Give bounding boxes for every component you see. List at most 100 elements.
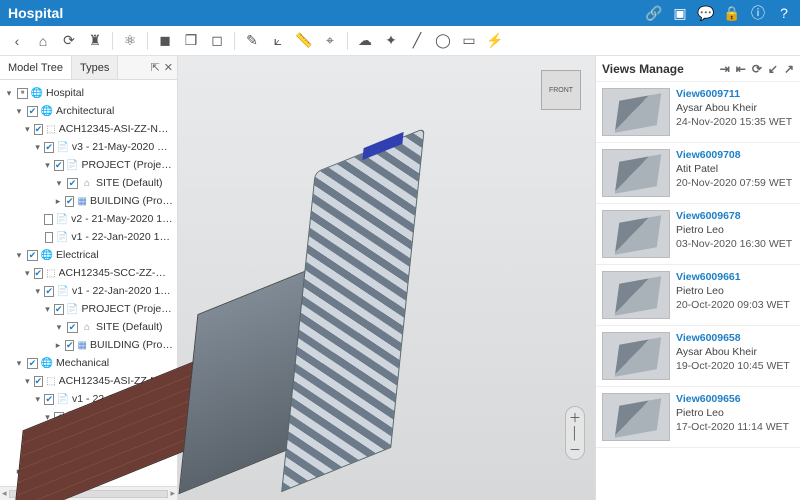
twisty-icon[interactable]: ▾ — [44, 304, 51, 315]
visibility-checkbox[interactable] — [44, 214, 53, 225]
twisty-icon[interactable]: ▾ — [34, 142, 41, 153]
views-list[interactable]: View6009711Aysar Abou Kheir24-Nov-2020 1… — [596, 82, 800, 500]
cube-outline-button[interactable]: ◻ — [206, 30, 228, 52]
circle-tool[interactable]: ◯ — [432, 30, 454, 52]
twisty-icon[interactable]: ▾ — [54, 178, 64, 189]
cube-stack-button[interactable]: ❒ — [180, 30, 202, 52]
tree-node[interactable]: ▾⬚ACH12345-ASI-ZZ-NUC-M3-A-0001 — [0, 120, 177, 138]
tree-node[interactable]: ▾🌐Mechanical — [0, 354, 177, 372]
twisty-icon[interactable]: ▸ — [54, 340, 62, 351]
view-thumbnail[interactable] — [602, 271, 670, 319]
link-icon[interactable]: 🔗 — [646, 5, 662, 21]
twisty-icon[interactable]: ▾ — [54, 322, 64, 333]
twisty-icon[interactable]: ▾ — [14, 106, 24, 117]
view-thumbnail[interactable] — [602, 149, 670, 197]
help-icon[interactable]: ? — [776, 5, 792, 21]
view-name-link[interactable]: View6009678 — [676, 210, 792, 222]
view-thumbnail[interactable] — [602, 332, 670, 380]
zoom-slider[interactable]: │ — [571, 425, 579, 441]
rect-tool[interactable]: ▭ — [458, 30, 480, 52]
3d-viewport[interactable]: ＋ │ － — [178, 56, 595, 500]
twisty-icon[interactable]: ▾ — [14, 250, 24, 261]
view-item[interactable]: View6009711Aysar Abou Kheir24-Nov-2020 1… — [596, 82, 800, 143]
view-item[interactable]: View6009658Aysar Abou Kheir19-Oct-2020 1… — [596, 326, 800, 387]
tab-model-tree[interactable]: Model Tree — [0, 56, 72, 79]
pen-tool[interactable]: ✎ — [241, 30, 263, 52]
view-thumbnail[interactable] — [602, 210, 670, 258]
twisty-icon[interactable]: ▾ — [34, 394, 41, 405]
angle-tool[interactable]: ⟀ — [267, 30, 289, 52]
tree-node[interactable]: ▾📄PROJECT (Project Number) — [0, 156, 177, 174]
cube-solid-button[interactable]: ◼ — [154, 30, 176, 52]
back-button[interactable]: ‹ — [6, 30, 28, 52]
bolt-tool[interactable]: ⚡ — [484, 30, 506, 52]
info-icon[interactable]: ⓘ — [750, 5, 766, 21]
twisty-icon[interactable]: ▾ — [44, 160, 51, 171]
tab-pin-icon[interactable]: ⇱ — [151, 61, 160, 74]
labs-button[interactable]: ⚛ — [119, 30, 141, 52]
visibility-checkbox[interactable] — [34, 376, 44, 387]
visibility-checkbox[interactable] — [27, 358, 38, 369]
twisty-icon[interactable]: ▾ — [24, 376, 31, 387]
view-cube[interactable] — [541, 70, 581, 110]
tree-node[interactable]: ▾⬚ACH12345-SCC-ZZ-NUC-M3-E-0001 — [0, 264, 177, 282]
visibility-checkbox[interactable] — [65, 340, 75, 351]
ruler-tool[interactable]: 📏 — [293, 30, 315, 52]
cloud-button[interactable]: ☁ — [354, 30, 376, 52]
view-item[interactable]: View6009708Atit Patel20-Nov-2020 07:59 W… — [596, 143, 800, 204]
tree-node[interactable]: ▸▦BUILDING (Product 0) — [0, 192, 177, 210]
view-thumbnail[interactable] — [602, 393, 670, 441]
compass-tool[interactable]: ⌖ — [319, 30, 341, 52]
visibility-checkbox[interactable] — [45, 232, 54, 243]
visibility-checkbox[interactable] — [44, 286, 54, 297]
view-thumbnail[interactable] — [602, 88, 670, 136]
zoom-control[interactable]: ＋ │ － — [565, 406, 585, 460]
visibility-checkbox[interactable] — [54, 160, 64, 171]
visibility-checkbox[interactable] — [17, 88, 28, 99]
line-tool[interactable]: ╱ — [406, 30, 428, 52]
collapse-icon[interactable]: ↙ — [768, 62, 778, 76]
visibility-checkbox[interactable] — [54, 304, 64, 315]
view-item[interactable]: View6009656Pietro Leo17-Oct-2020 11:14 W… — [596, 387, 800, 448]
visibility-checkbox[interactable] — [34, 268, 44, 279]
wand-tool[interactable]: ✦ — [380, 30, 402, 52]
tree-node[interactable]: 📄v2 - 21-May-2020 15:25 WET — [0, 210, 177, 228]
view-item[interactable]: View6009678Pietro Leo03-Nov-2020 16:30 W… — [596, 204, 800, 265]
twisty-icon[interactable]: ▾ — [14, 358, 24, 369]
zoom-in-button[interactable]: ＋ — [569, 409, 581, 425]
import-icon[interactable]: ⇤ — [736, 62, 746, 76]
tree-node[interactable]: ▾⌂SITE (Default) — [0, 174, 177, 192]
visibility-checkbox[interactable] — [27, 106, 38, 117]
visibility-checkbox[interactable] — [65, 196, 75, 207]
view-name-link[interactable]: View6009708 — [676, 149, 792, 161]
tab-types[interactable]: Types — [72, 56, 118, 79]
lock-icon[interactable]: 🔒 — [724, 5, 740, 21]
twisty-icon[interactable]: ▾ — [24, 124, 31, 135]
tree-node[interactable]: ▾📄v1 - 22-Jan-2020 12:25 WET — [0, 282, 177, 300]
twisty-icon[interactable]: ▾ — [24, 268, 31, 279]
visibility-checkbox[interactable] — [67, 178, 78, 189]
visibility-checkbox[interactable] — [44, 394, 54, 405]
tree-node[interactable]: 📄v1 - 22-Jan-2020 12:19 WET — [0, 228, 177, 246]
tree-node[interactable]: ▾⌂SITE (Default) — [0, 318, 177, 336]
tree-node[interactable]: ▾🌐Architectural — [0, 102, 177, 120]
chat-icon[interactable]: 💬 — [698, 5, 714, 21]
refresh-button[interactable]: ⟳ — [58, 30, 80, 52]
tab-close-icon[interactable]: ✕ — [164, 61, 173, 74]
tree-node[interactable]: ▾🌐Electrical — [0, 246, 177, 264]
tree-node[interactable]: ▾🌐Hospital — [0, 84, 177, 102]
export-icon[interactable]: ⇥ — [720, 62, 730, 76]
twisty-icon[interactable]: ▾ — [34, 286, 41, 297]
refresh-icon[interactable]: ⟳ — [752, 62, 762, 76]
zoom-out-button[interactable]: － — [569, 441, 581, 457]
hierarchy-button[interactable]: ♜ — [84, 30, 106, 52]
view-name-link[interactable]: View6009711 — [676, 88, 792, 100]
twisty-icon[interactable]: ▾ — [4, 88, 14, 99]
visibility-checkbox[interactable] — [44, 142, 54, 153]
tree-node[interactable]: ▸▦BUILDING (Product 8) — [0, 336, 177, 354]
tree-node[interactable]: ▾📄v3 - 21-May-2020 15:33 WET — [0, 138, 177, 156]
expand-icon[interactable]: ↗ — [784, 62, 794, 76]
view-name-link[interactable]: View6009661 — [676, 271, 790, 283]
visibility-checkbox[interactable] — [67, 322, 78, 333]
view-item[interactable]: View6009661Pietro Leo20-Oct-2020 09:03 W… — [596, 265, 800, 326]
